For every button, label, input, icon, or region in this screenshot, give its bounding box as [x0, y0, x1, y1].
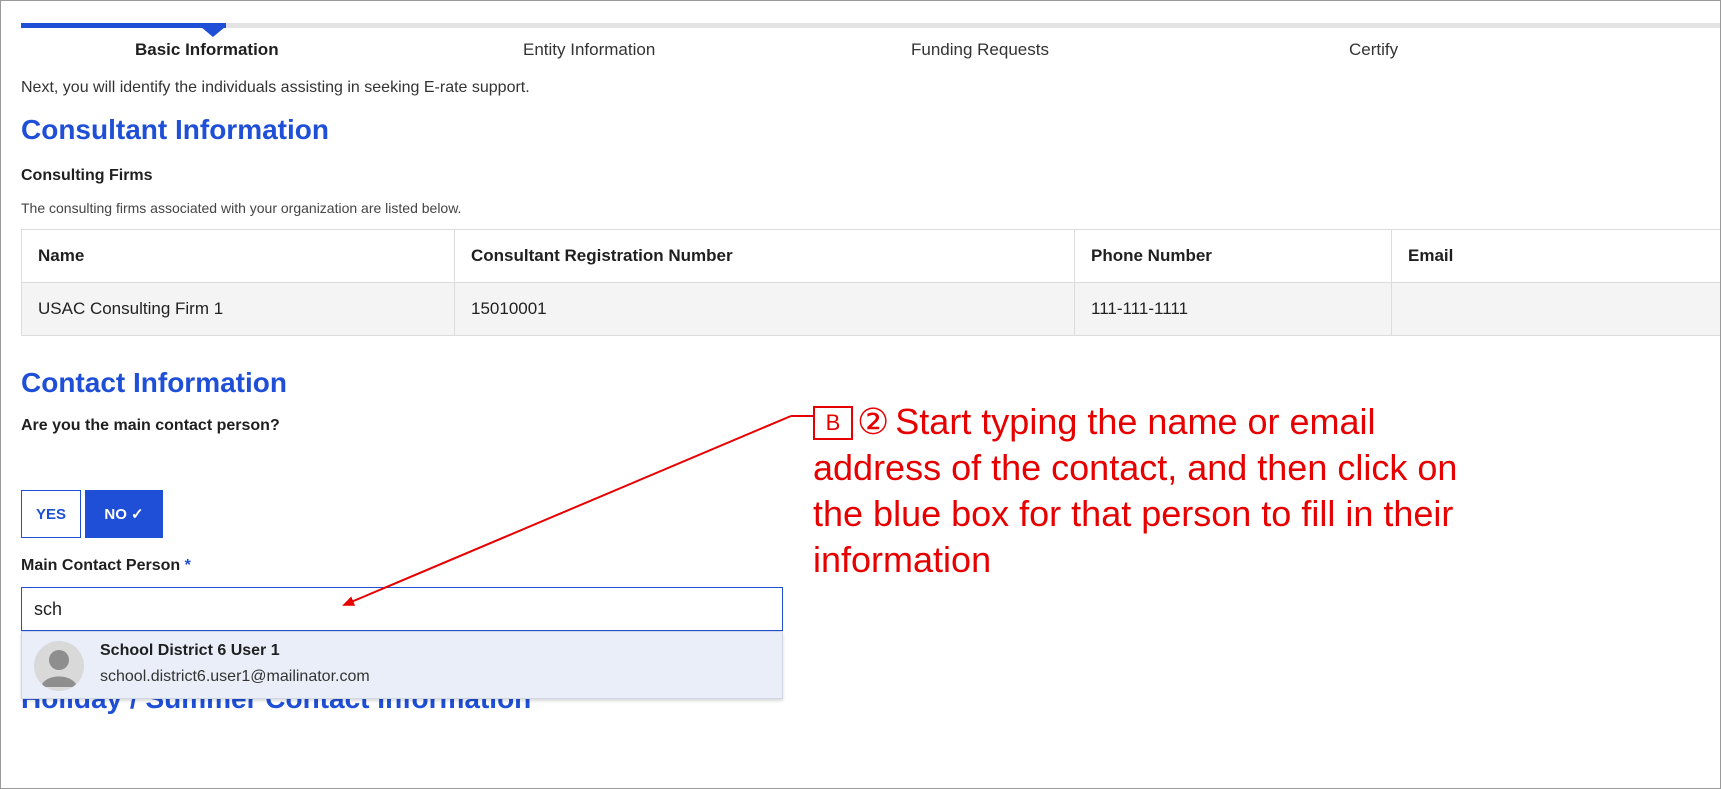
annotation-arrow-icon	[342, 415, 813, 606]
page-frame: Basic Information Entity Information Fun…	[0, 0, 1721, 789]
